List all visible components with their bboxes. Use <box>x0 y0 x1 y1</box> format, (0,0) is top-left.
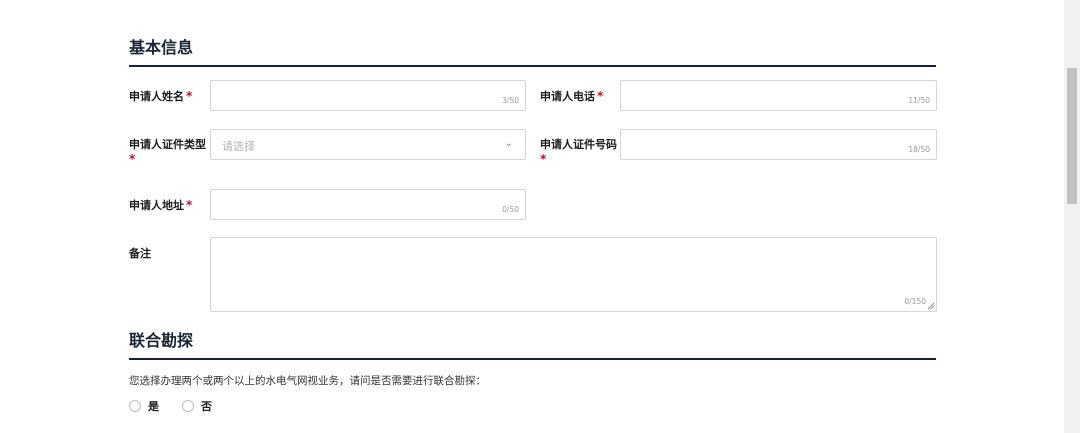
applicant-name-input[interactable]: 3/50 <box>210 80 526 111</box>
required-mark: * <box>129 152 136 166</box>
radio-label-no: 否 <box>201 400 212 413</box>
joint-survey-question: 您选择办理两个或两个以上的水电气网视业务，请问是否需要进行联合勘探： <box>129 375 486 387</box>
applicant-phone-label: 申请人电话 * <box>540 89 603 104</box>
applicant-phone-input[interactable]: 11/50 <box>620 80 937 111</box>
id-number-input[interactable]: 18/50 <box>620 129 937 160</box>
radio-option-no[interactable]: 否 <box>182 398 212 414</box>
radio-label-yes: 是 <box>148 400 159 413</box>
required-mark: * <box>597 89 604 103</box>
resize-handle-icon[interactable] <box>927 302 935 310</box>
address-counter: 0/50 <box>502 205 519 214</box>
id-number-label-text: 申请人证件号码 <box>540 138 617 151</box>
required-mark: * <box>186 89 193 103</box>
applicant-name-label-text: 申请人姓名 <box>129 90 184 103</box>
vertical-scrollbar[interactable] <box>1064 0 1080 433</box>
id-type-label: 申请人证件类型 * <box>129 137 209 167</box>
section-title-basic-info: 基本信息 <box>129 38 936 67</box>
address-label: 申请人地址 * <box>129 198 192 213</box>
radio-circle-icon[interactable] <box>129 400 141 412</box>
address-label-text: 申请人地址 <box>129 199 184 212</box>
address-input[interactable]: 0/50 <box>210 189 526 220</box>
remarks-textarea[interactable]: 0/150 <box>210 237 937 312</box>
id-number-counter: 18/50 <box>908 145 930 154</box>
applicant-name-label: 申请人姓名 * <box>129 89 192 104</box>
required-mark: * <box>540 152 547 166</box>
applicant-name-counter: 3/50 <box>502 96 519 105</box>
applicant-phone-label-text: 申请人电话 <box>540 90 595 103</box>
form-page: 基本信息 申请人姓名 * 3/50 申请人电话 * 11/50 申请人证件类型 * 请… <box>0 0 1064 433</box>
required-mark: * <box>186 198 193 212</box>
id-type-placeholder: 请选择 <box>222 140 255 153</box>
remarks-counter: 0/150 <box>904 297 926 306</box>
applicant-phone-counter: 11/50 <box>908 96 930 105</box>
chevron-down-icon: ⌄ <box>504 138 513 149</box>
section-title-joint-survey: 联合勘探 <box>129 331 936 360</box>
radio-option-yes[interactable]: 是 <box>129 398 159 414</box>
radio-circle-icon[interactable] <box>182 400 194 412</box>
scrollbar-thumb[interactable] <box>1067 68 1077 204</box>
id-type-label-text: 申请人证件类型 <box>129 138 206 151</box>
id-type-select[interactable]: 请选择 ⌄ <box>210 129 526 160</box>
remarks-label: 备注 <box>129 247 151 260</box>
id-number-label: 申请人证件号码 * <box>540 137 620 167</box>
